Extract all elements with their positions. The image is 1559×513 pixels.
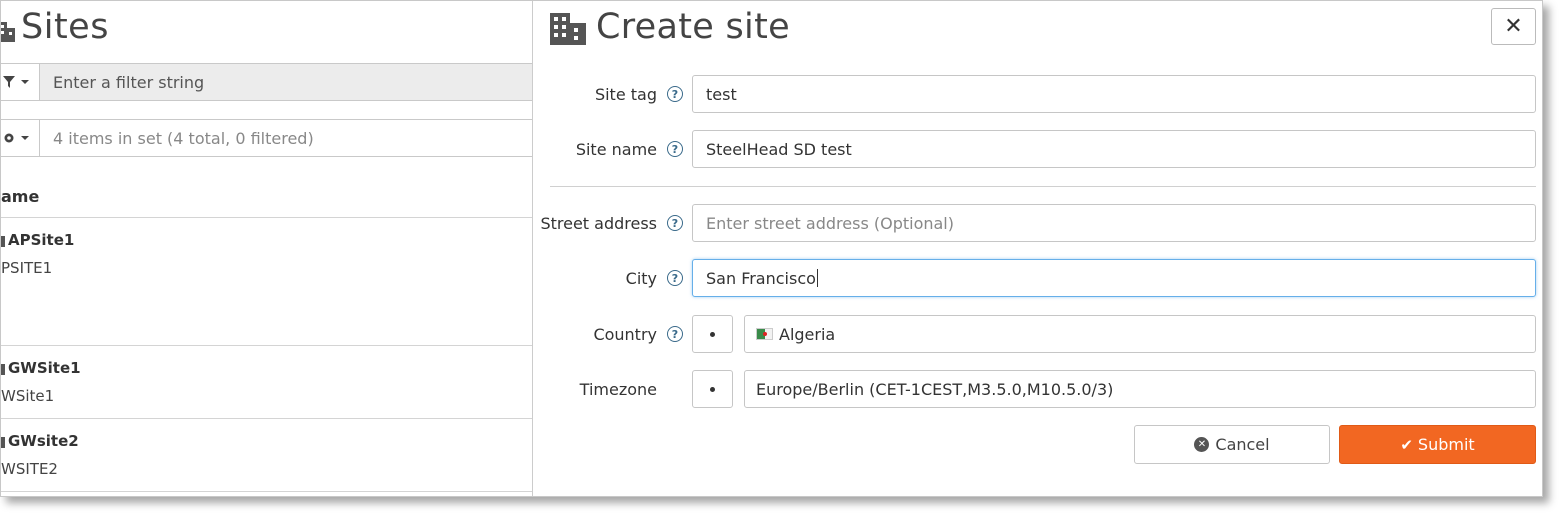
site-row-tag: WSITE2 xyxy=(1,460,58,478)
country-select[interactable]: Algeria xyxy=(744,315,1536,353)
timezone-option-button[interactable] xyxy=(692,370,733,408)
building-icon xyxy=(1,437,5,448)
sites-title: Sites xyxy=(21,7,109,47)
checkmark-icon: ✔ xyxy=(1400,435,1413,454)
row-divider xyxy=(1,491,532,492)
street-address-label: Street address xyxy=(540,213,657,233)
site-row-tag: WSite1 xyxy=(1,387,55,405)
form-divider xyxy=(550,186,1536,187)
site-name-text: APSite1 xyxy=(8,231,75,249)
submit-button[interactable]: ✔ Submit xyxy=(1339,425,1536,464)
building-icon xyxy=(1,236,5,247)
row-divider xyxy=(1,418,532,419)
submit-label: Submit xyxy=(1417,435,1475,454)
sites-heading: Sites xyxy=(1,5,109,49)
cancel-label: Cancel xyxy=(1215,435,1270,454)
filter-input[interactable]: Enter a filter string xyxy=(40,64,532,100)
filter-icon xyxy=(3,76,15,88)
sites-panel: Sites Enter a filter string 4 items in s… xyxy=(1,1,532,496)
timezone-value: Europe/Berlin (CET-1CEST,M3.5.0,M10.5.0/… xyxy=(756,379,1114,399)
close-button[interactable]: ✕ xyxy=(1491,8,1536,45)
help-icon[interactable]: ? xyxy=(667,270,683,286)
building-icon xyxy=(1,22,15,42)
help-icon[interactable]: ? xyxy=(667,141,683,157)
filter-bar: Enter a filter string xyxy=(1,63,532,101)
timezone-select[interactable]: Europe/Berlin (CET-1CEST,M3.5.0,M10.5.0/… xyxy=(744,370,1536,408)
country-label: Country xyxy=(593,324,657,344)
algeria-flag-icon xyxy=(756,328,773,340)
header-divider xyxy=(1,217,532,218)
settings-dropdown-button[interactable] xyxy=(1,120,40,156)
cancel-circle-icon: ✕ xyxy=(1194,437,1210,452)
items-count-text: 4 items in set (4 total, 0 filtered) xyxy=(53,128,314,148)
city-label: City xyxy=(625,268,657,288)
site-name-text: GWsite2 xyxy=(8,432,79,450)
country-option-button[interactable] xyxy=(692,315,733,353)
create-site-modal: Create site ✕ Site tag ? test Site name … xyxy=(532,1,1542,496)
dot-icon xyxy=(710,331,715,337)
site-name-label: Site name xyxy=(575,139,657,159)
building-icon xyxy=(550,13,586,45)
site-row-name[interactable]: APSite1 xyxy=(1,231,74,249)
column-header-name[interactable]: ame xyxy=(1,187,39,206)
street-address-input[interactable]: Enter street address (Optional) xyxy=(692,204,1536,242)
country-value: Algeria xyxy=(779,324,836,344)
site-row-name[interactable]: GWsite2 xyxy=(1,432,79,450)
city-value: San Francisco xyxy=(706,268,816,288)
window-frame: Sites Enter a filter string 4 items in s… xyxy=(0,0,1543,497)
site-row-tag: PSITE1 xyxy=(1,259,53,277)
city-input[interactable]: San Francisco xyxy=(692,259,1536,297)
chevron-down-icon xyxy=(21,136,29,140)
row-divider xyxy=(1,345,532,346)
text-caret xyxy=(816,269,818,287)
gear-icon xyxy=(4,133,14,143)
site-name-text: GWSite1 xyxy=(8,359,81,377)
site-row-name[interactable]: GWSite1 xyxy=(1,359,81,377)
site-tag-label: Site tag xyxy=(594,84,657,104)
help-icon[interactable]: ? xyxy=(667,215,683,231)
help-icon[interactable]: ? xyxy=(667,326,683,342)
dot-icon xyxy=(710,386,715,392)
chevron-down-icon xyxy=(21,80,29,84)
building-icon xyxy=(1,364,5,375)
modal-title: Create site xyxy=(596,7,790,47)
cancel-button[interactable]: ✕ Cancel xyxy=(1134,425,1330,464)
site-tag-input[interactable]: test xyxy=(692,75,1536,113)
site-name-input[interactable]: SteelHead SD test xyxy=(692,130,1536,168)
help-icon[interactable]: ? xyxy=(667,86,683,102)
modal-heading: Create site xyxy=(550,6,790,48)
filter-dropdown-button[interactable] xyxy=(1,64,40,100)
timezone-label: Timezone xyxy=(579,379,657,399)
settings-bar: 4 items in set (4 total, 0 filtered) xyxy=(1,119,532,157)
